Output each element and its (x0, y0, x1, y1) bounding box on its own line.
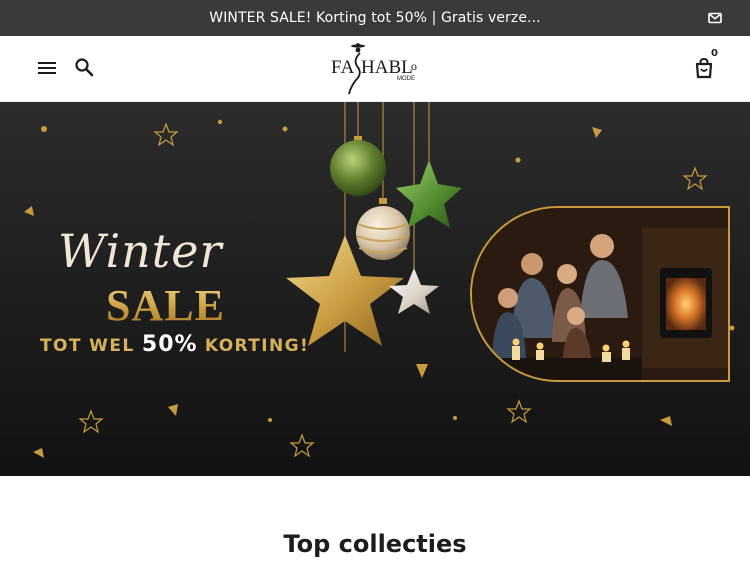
cart-count-badge: 0 (711, 48, 718, 59)
svg-text:HABL: HABL (361, 57, 413, 78)
search-icon[interactable] (73, 56, 95, 78)
family-photo-illustration (472, 208, 728, 380)
hero-subline-post: KORTING! (197, 336, 310, 356)
hero-subline: TOT WEL 50% KORTING! (40, 332, 309, 357)
hero-subline-pre: TOT WEL (40, 336, 142, 356)
announcement-text: WINTER SALE! Korting tot 50% | Gratis ve… (209, 10, 541, 26)
top-collections-heading: Top collecties (283, 530, 467, 558)
logo-graphic: FA HABL o MODE (331, 43, 417, 95)
site-logo[interactable]: FA HABL o MODE (325, 40, 425, 98)
hamburger-menu-icon[interactable] (36, 57, 58, 79)
mail-icon[interactable] (708, 11, 722, 25)
hero-family-photo (470, 206, 730, 382)
hero-banner[interactable]: Winter SALE TOT WEL 50% KORTING! (0, 102, 750, 476)
hero-subline-percent: 50% (141, 332, 198, 357)
svg-text:MODE: MODE (397, 76, 415, 82)
announcement-bar: WINTER SALE! Korting tot 50% | Gratis ve… (0, 0, 750, 36)
svg-text:o: o (411, 59, 417, 73)
site-header: FA HABL o MODE 0 (0, 36, 750, 102)
svg-text:FA: FA (331, 57, 355, 78)
hero-sale-heading: SALE (106, 281, 225, 330)
hero-script-heading: Winter (58, 224, 223, 278)
